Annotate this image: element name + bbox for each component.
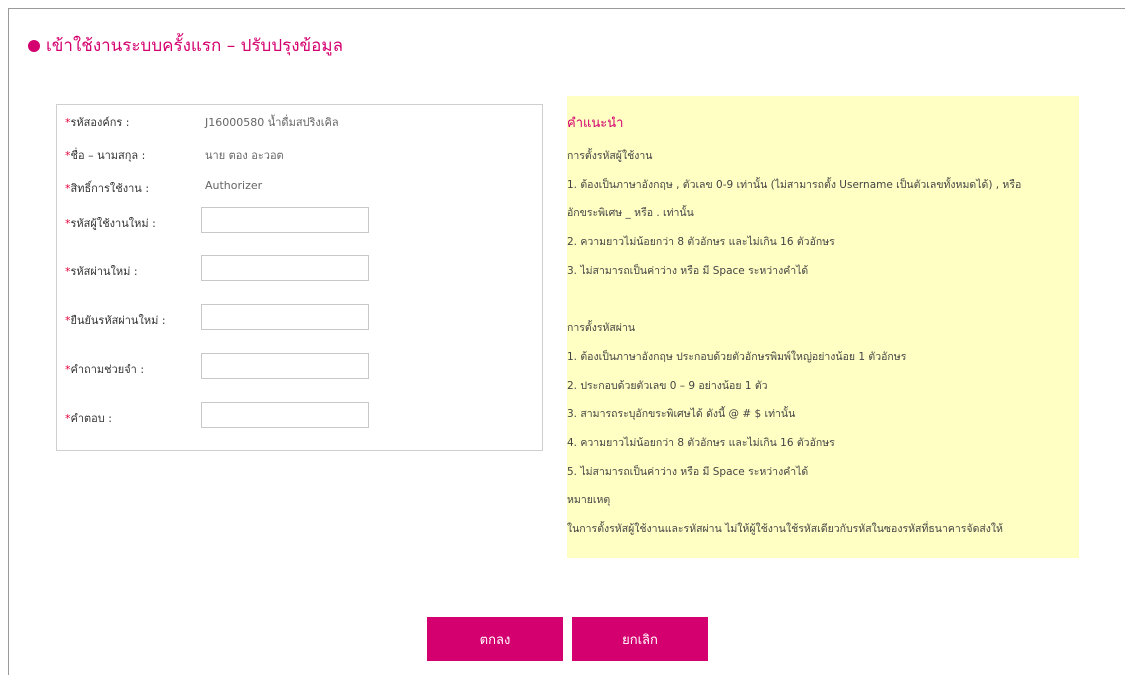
new-password-label: *รหัสผ่านใหม่ : bbox=[65, 262, 138, 280]
security-question-label: *คำถามช่วยจำ : bbox=[65, 360, 144, 378]
instruction-line: 1. ต้องเป็นภาษาอังกฤษ ประกอบด้วยตัวอักษร… bbox=[567, 351, 907, 363]
instruction-line: 3. สามารถระบุอักขระพิเศษได้ ดังนี้ @ # $… bbox=[567, 408, 796, 420]
answer-input[interactable] bbox=[201, 402, 369, 428]
instruction-line: 1. ต้องเป็นภาษาอังกฤษ , ตัวเลข 0-9 เท่าน… bbox=[567, 179, 1022, 191]
full-name-label: *ชื่อ – นามสกุล : bbox=[65, 146, 145, 164]
org-code-value: J16000580 น้ำดื่มสปริงเคิล bbox=[205, 116, 339, 129]
role-value: Authorizer bbox=[205, 179, 263, 192]
full-name-label-text: ชื่อ – นามสกุล : bbox=[70, 149, 146, 162]
instruction-line: ในการตั้งรหัสผู้ใช้งานและรหัสผ่าน ไม่ให้… bbox=[567, 523, 1003, 535]
confirm-password-input[interactable] bbox=[201, 304, 369, 330]
page-title: เข้าใช้งานระบบครั้งแรก – ปรับปรุงข้อมูล bbox=[28, 32, 343, 59]
full-name-value: นาย ตอง อะวอต bbox=[205, 149, 284, 162]
role-label: *สิทธิ์การใช้งาน : bbox=[65, 179, 149, 197]
instruction-line: อักขระพิเศษ _ หรือ . เท่านั้น bbox=[567, 207, 694, 219]
page-title-text: เข้าใช้งานระบบครั้งแรก – ปรับปรุงข้อมูล bbox=[46, 36, 344, 56]
instructions-panel: คำแนะนำ การตั้งรหัสผู้ใช้งาน 1. ต้องเป็น… bbox=[567, 96, 1079, 558]
confirm-password-label: *ยืนยันรหัสผ่านใหม่ : bbox=[65, 311, 166, 329]
new-password-label-text: รหัสผ่านใหม่ : bbox=[70, 265, 138, 278]
new-username-input[interactable] bbox=[201, 207, 369, 233]
cancel-button[interactable]: ยกเลิก bbox=[572, 617, 708, 661]
new-username-label-text: รหัสผู้ใช้งานใหม่ : bbox=[70, 217, 156, 230]
instruction-line: 2. ความยาวไม่น้อยกว่า 8 ตัวอักษร และไม่เ… bbox=[567, 236, 835, 248]
instruction-line: การตั้งรหัสผู้ใช้งาน bbox=[567, 150, 653, 162]
new-username-label: *รหัสผู้ใช้งานใหม่ : bbox=[65, 214, 156, 232]
new-password-input[interactable] bbox=[201, 255, 369, 281]
user-info-form: *รหัสองค์กร : J16000580 น้ำดื่มสปริงเคิล… bbox=[56, 104, 543, 451]
instruction-line: หมายเหตุ bbox=[567, 494, 611, 506]
confirm-password-label-text: ยืนยันรหัสผ่านใหม่ : bbox=[70, 314, 166, 327]
role-label-text: สิทธิ์การใช้งาน : bbox=[70, 182, 150, 195]
instructions-title: คำแนะนำ bbox=[567, 116, 624, 131]
answer-label: *คำตอบ : bbox=[65, 409, 112, 427]
instruction-line: 2. ประกอบด้วยตัวเลข 0 – 9 อย่างน้อย 1 ตั… bbox=[567, 380, 768, 392]
org-code-label-text: รหัสองค์กร : bbox=[70, 116, 130, 129]
ok-button[interactable]: ตกลง bbox=[427, 617, 563, 661]
instruction-line: 3. ไม่สามารถเป็นค่าว่าง หรือ มี Space ระ… bbox=[567, 265, 809, 277]
instruction-line: 4. ความยาวไม่น้อยกว่า 8 ตัวอักษร และไม่เ… bbox=[567, 437, 835, 449]
instruction-line: การตั้งรหัสผ่าน bbox=[567, 322, 636, 334]
instruction-line: 5. ไม่สามารถเป็นค่าว่าง หรือ มี Space ระ… bbox=[567, 466, 809, 478]
security-question-input[interactable] bbox=[201, 353, 369, 379]
security-question-label-text: คำถามช่วยจำ : bbox=[70, 363, 145, 376]
answer-label-text: คำตอบ : bbox=[70, 412, 112, 425]
bullet-icon bbox=[28, 39, 40, 52]
org-code-label: *รหัสองค์กร : bbox=[65, 113, 129, 131]
